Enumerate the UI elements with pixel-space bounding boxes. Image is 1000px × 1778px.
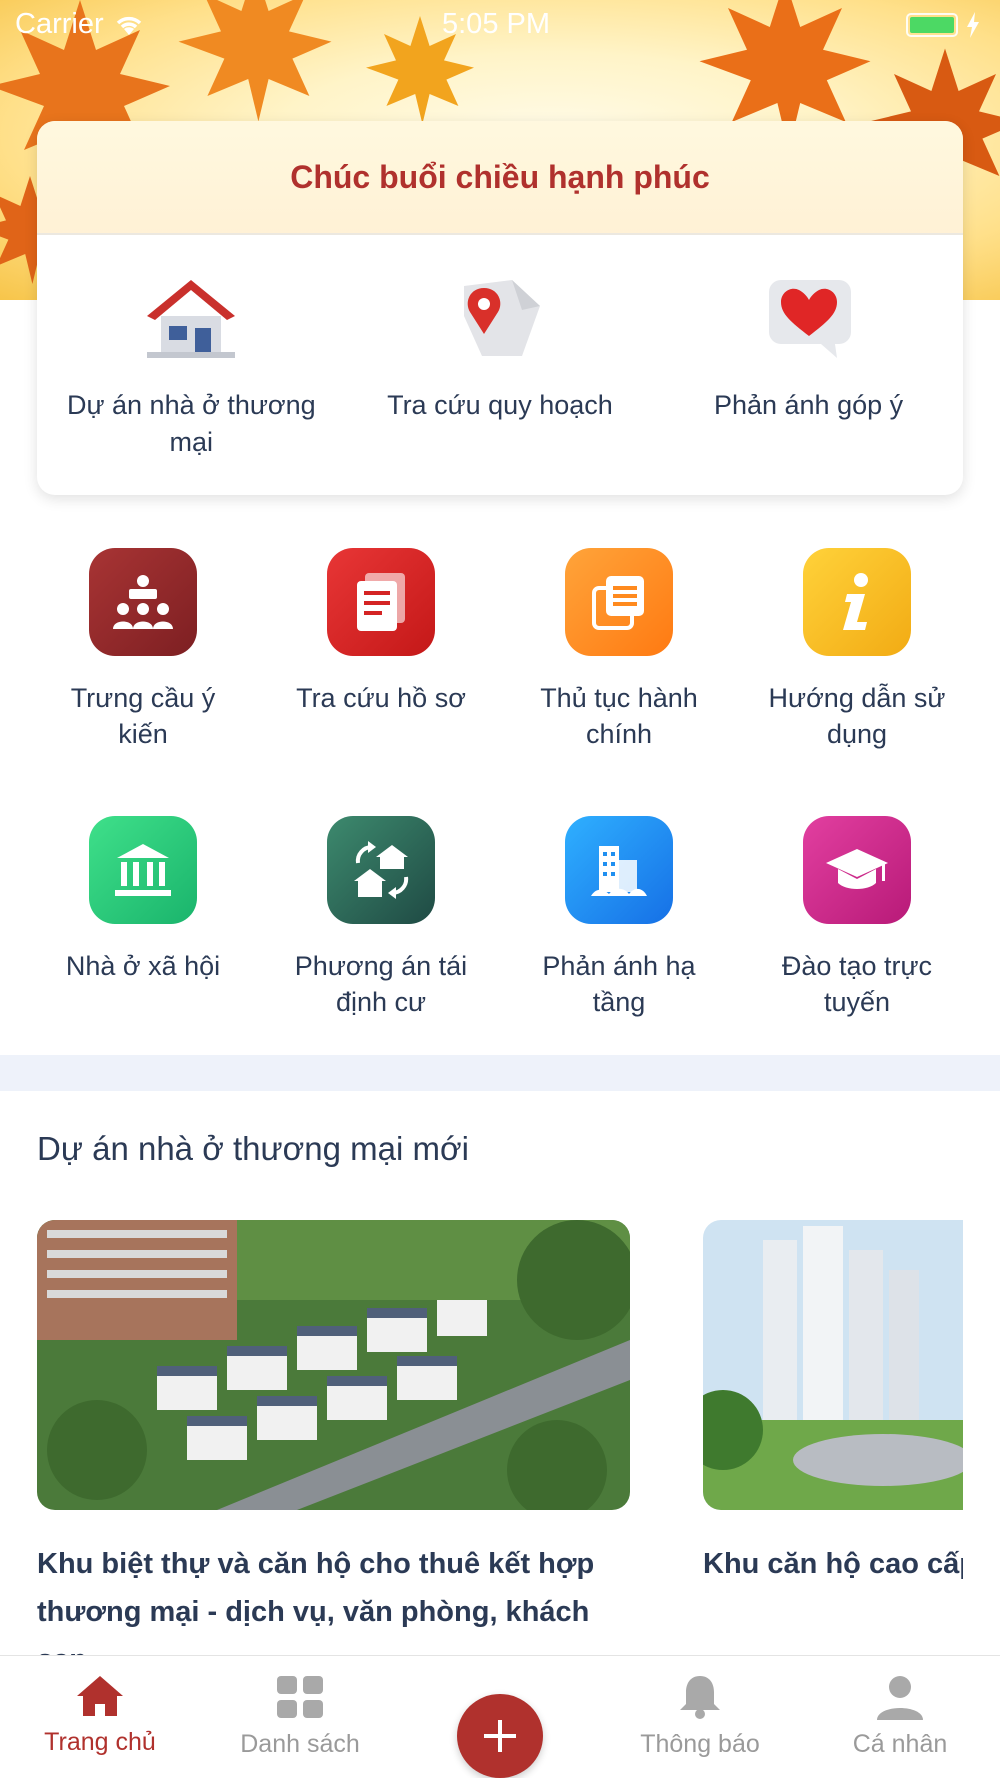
service-label: Trưng cầu ý kiến bbox=[70, 683, 216, 749]
service-label: Thủ tục hành chính bbox=[540, 683, 698, 749]
section-divider bbox=[0, 1055, 1000, 1091]
status-time: 5:05 PM bbox=[442, 8, 550, 40]
plus-icon bbox=[484, 1720, 516, 1752]
status-battery bbox=[906, 12, 980, 38]
quick-action-feedback[interactable]: Phản ánh góp ý bbox=[654, 235, 963, 495]
service-online-training[interactable]: Đào tạo trực tuyến bbox=[738, 816, 976, 1020]
service-resettlement-plan[interactable]: Phương án tái định cư bbox=[262, 816, 500, 1020]
service-user-guide[interactable]: Hướng dẫn sử dụng bbox=[738, 548, 976, 752]
service-label: Nhà ở xã hội bbox=[65, 951, 221, 981]
tab-label: Trang chủ bbox=[44, 1728, 156, 1756]
relocation-icon bbox=[327, 816, 435, 924]
tab-label: Thông báo bbox=[640, 1730, 760, 1758]
project-card[interactable]: Khu biệt thự và căn hộ cho thuê kết hợp … bbox=[37, 1220, 630, 1684]
tab-list[interactable]: Danh sách bbox=[200, 1656, 400, 1778]
city-icon bbox=[565, 816, 673, 924]
person-icon bbox=[877, 1676, 923, 1720]
battery-icon bbox=[906, 13, 958, 37]
papers-icon bbox=[565, 548, 673, 656]
tab-add[interactable] bbox=[400, 1656, 600, 1778]
greeting-title: Chúc buổi chiều hạnh phúc bbox=[290, 158, 710, 195]
service-label: Phản ánh hạ tầng bbox=[542, 951, 696, 1017]
battery-fill bbox=[910, 17, 954, 33]
building-columns-icon bbox=[89, 816, 197, 924]
tab-label: Cá nhân bbox=[852, 1730, 948, 1758]
greeting-card: Chúc buổi chiều hạnh phúc Dự án nhà ở th… bbox=[37, 121, 963, 495]
status-carrier: Carrier bbox=[15, 8, 144, 41]
map-pin-icon bbox=[450, 273, 550, 363]
wifi-icon bbox=[116, 16, 141, 35]
service-record-lookup[interactable]: Tra cứu hồ sơ bbox=[262, 548, 500, 716]
projects-section-title: Dự án nhà ở thương mại mới bbox=[37, 1130, 469, 1167]
grid-icon bbox=[277, 1676, 323, 1718]
home-icon bbox=[77, 1676, 123, 1716]
services-grid: Trưng cầu ý kiến Tra cứu hồ sơ Thủ tục h… bbox=[0, 520, 1000, 1055]
graduation-cap-icon bbox=[803, 816, 911, 924]
tab-bar: Trang chủ Danh sách Thông báo Cá nhân bbox=[0, 1655, 1000, 1778]
document-icon bbox=[327, 548, 435, 656]
service-label: Hướng dẫn sử dụng bbox=[768, 683, 946, 749]
service-infrastructure-report[interactable]: Phản ánh hạ tầng bbox=[500, 816, 738, 1020]
tab-home[interactable]: Trang chủ bbox=[0, 1656, 200, 1778]
tab-notifications[interactable]: Thông báo bbox=[600, 1656, 800, 1778]
service-social-housing[interactable]: Nhà ở xã hội bbox=[24, 816, 262, 984]
quick-action-label: Phản ánh góp ý bbox=[713, 390, 904, 420]
quick-action-label: Tra cứu quy hoạch bbox=[387, 390, 613, 420]
status-bar: Carrier 5:05 PM bbox=[0, 0, 1000, 50]
add-button[interactable] bbox=[457, 1694, 543, 1778]
service-admin-procedures[interactable]: Thủ tục hành chính bbox=[500, 548, 738, 752]
quick-actions: Dự án nhà ở thương mại Tra cứu quy hoạch bbox=[37, 235, 963, 495]
service-label: Đào tạo trực tuyến bbox=[781, 951, 933, 1017]
carrier-label: Carrier bbox=[15, 8, 104, 40]
quick-action-planning-lookup[interactable]: Tra cứu quy hoạch bbox=[346, 235, 655, 495]
charging-icon bbox=[967, 12, 979, 38]
service-label: Tra cứu hồ sơ bbox=[296, 683, 466, 713]
project-card[interactable]: Khu căn hộ cao cấp bbox=[703, 1220, 963, 1588]
heart-chat-icon bbox=[759, 273, 859, 363]
house-icon bbox=[141, 273, 241, 363]
quick-action-label: Dự án nhà ở thương mại bbox=[66, 390, 316, 457]
tab-profile[interactable]: Cá nhân bbox=[800, 1656, 1000, 1778]
project-image bbox=[703, 1220, 963, 1510]
quick-action-commercial-housing[interactable]: Dự án nhà ở thương mại bbox=[37, 235, 346, 495]
project-image bbox=[37, 1220, 630, 1510]
info-icon bbox=[803, 548, 911, 656]
project-name: Khu căn hộ cao cấp bbox=[703, 1548, 963, 1580]
bell-icon bbox=[680, 1676, 720, 1719]
service-label: Phương án tái định cư bbox=[294, 951, 468, 1017]
audience-icon bbox=[89, 548, 197, 656]
greeting-header: Chúc buổi chiều hạnh phúc bbox=[37, 121, 963, 235]
tab-label: Danh sách bbox=[240, 1730, 360, 1758]
service-public-consultation[interactable]: Trưng cầu ý kiến bbox=[24, 548, 262, 752]
